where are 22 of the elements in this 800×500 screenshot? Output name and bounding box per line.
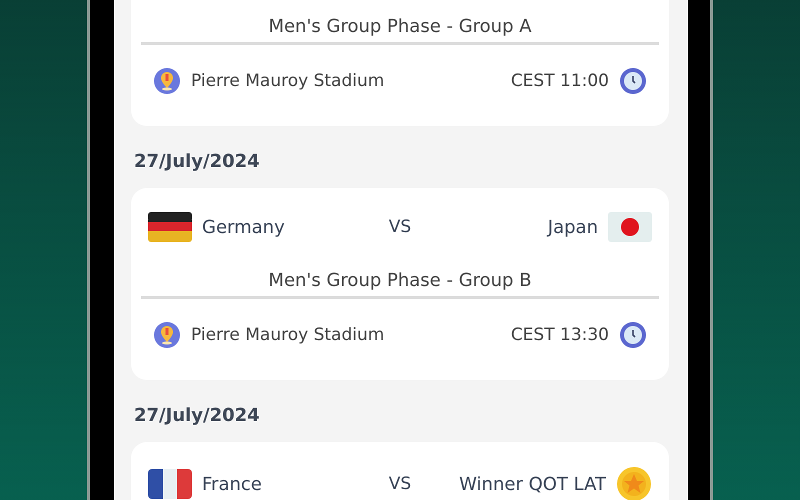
- date-heading: 27/July/2024: [133, 404, 261, 428]
- medal-icon: [616, 466, 652, 500]
- location-pin-icon: [153, 321, 181, 349]
- venue-name: Pierre Mauroy Stadium: [191, 325, 384, 345]
- date-heading: 27/July/2024: [133, 150, 261, 174]
- flag-icon: [148, 212, 192, 242]
- flag-icon: [148, 469, 192, 499]
- kickoff-time: CEST 13:30: [510, 325, 609, 345]
- team-name: Winner QOT LAT: [459, 474, 606, 494]
- kickoff-time: CEST 11:00: [510, 71, 609, 91]
- flag-icon: [608, 212, 652, 242]
- group-label: Men's Group Phase - Group A: [267, 15, 533, 39]
- team-name: Japan: [548, 216, 598, 238]
- team-name: Germany: [202, 216, 285, 238]
- clock-icon: [619, 321, 647, 349]
- location-pin-icon: [153, 67, 181, 95]
- group-label: Men's Group Phase - Group B: [267, 269, 533, 293]
- clock-icon: [619, 67, 647, 95]
- venue-name: Pierre Mauroy Stadium: [191, 71, 384, 91]
- vs-label: VS: [388, 217, 412, 237]
- vs-label: VS: [388, 474, 412, 494]
- team-name: France: [202, 474, 262, 494]
